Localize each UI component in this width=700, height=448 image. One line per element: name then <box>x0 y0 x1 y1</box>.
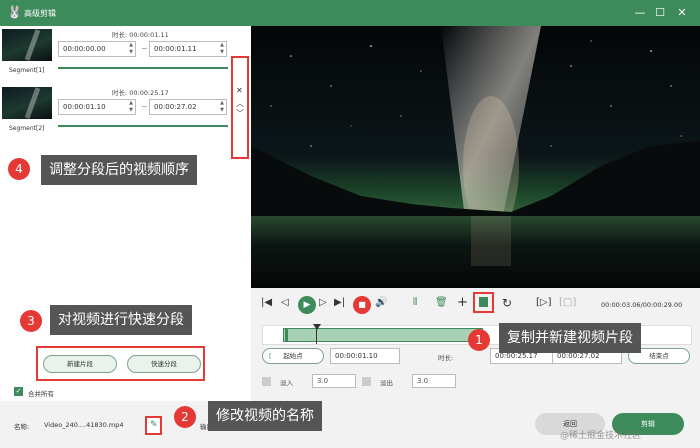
play-button[interactable]: ▶ <box>298 296 316 314</box>
maximize-icon[interactable]: ☐ <box>653 6 667 20</box>
timecode: 00:00:03.06/00:00:29.00 <box>601 301 683 309</box>
timeline-handle[interactable] <box>285 328 288 342</box>
duration-label: 时长: <box>438 354 454 362</box>
close-icon[interactable]: ✕ <box>675 6 689 20</box>
annotation-badge-3: 3 <box>20 310 42 332</box>
segment-duration: 时长: 00:00:25.17 <box>112 89 169 97</box>
video-preview[interactable] <box>251 26 700 288</box>
delete-icon[interactable]: 🗑 <box>435 297 448 308</box>
annotation-badge-4: 4 <box>8 158 30 180</box>
segment-duration: 时长: 00:00:01.11 <box>112 31 169 39</box>
prev-frame-icon[interactable]: ◁ <box>281 297 289 308</box>
segment-panel: Segment[1] 时长: 00:00:01.11 00:00:00.00 ▲ ▼… <box>0 26 251 401</box>
merge-all-label: 合并所有 <box>28 390 54 398</box>
annotation-reorder: 调整分段后的视频顺序 <box>41 155 197 185</box>
start-time-field[interactable]: 00:00:01.10 <box>330 348 400 364</box>
segment-label: Segment[1] <box>9 67 45 74</box>
annotation-copy: 复制并新建视频片段 <box>499 323 641 353</box>
segment-progress <box>58 67 228 69</box>
stop-button[interactable]: ■ <box>353 296 371 314</box>
stepper-icon[interactable]: ▲ ▼ <box>129 42 133 56</box>
copy-icon <box>479 297 488 307</box>
check-icon[interactable]: ✓ <box>14 387 23 396</box>
reset-icon[interactable]: ↻ <box>502 296 512 310</box>
playhead-line <box>316 328 317 344</box>
stepper-icon[interactable]: ▲ ▼ <box>129 100 133 114</box>
split-icon[interactable]: ⫴ <box>413 297 417 308</box>
split-controls: 新建片段 快速分段 <box>36 346 205 381</box>
start-point-button[interactable]: [起始点 <box>262 348 324 364</box>
watermark: @稀土掘金技术社区 <box>560 431 642 441</box>
fast-split-button[interactable]: 快速分段 <box>127 355 201 373</box>
annotation-split: 对视频进行快速分段 <box>50 305 192 335</box>
fade-out-checkbox[interactable] <box>362 377 371 386</box>
playhead-marker[interactable] <box>313 324 321 330</box>
segment-progress <box>58 125 228 127</box>
segment-end-field[interactable]: 00:00:01.11 ▲ ▼ <box>149 41 227 57</box>
annotation-badge-1: 1 <box>468 329 490 351</box>
segment-thumbnail <box>2 29 52 61</box>
reorder-controls: ✕ ︿ ﹀ <box>231 56 249 159</box>
move-down-icon[interactable]: ﹀ <box>236 108 244 119</box>
name-label: 名称: <box>14 423 30 431</box>
segment-thumbnail <box>2 87 52 119</box>
title-bar: 🐰 高级剪辑 — ☐ ✕ <box>0 0 700 26</box>
minimize-icon[interactable]: — <box>633 6 647 20</box>
stepper-icon[interactable]: ▲ ▼ <box>220 42 224 56</box>
app-logo-icon: 🐰 <box>7 5 22 19</box>
next-frame-icon[interactable]: ▷ <box>319 297 327 308</box>
new-segment-button[interactable]: 新建片段 <box>43 355 117 373</box>
fade-out-field[interactable]: 3.0 <box>412 374 456 388</box>
segment-label: Segment[2] <box>9 125 45 132</box>
stepper-icon[interactable]: ▲ ▼ <box>220 100 224 114</box>
segment-end-field[interactable]: 00:00:27.02 ▲ ▼ <box>149 99 227 115</box>
rename-button[interactable]: ✎ <box>145 416 162 435</box>
pencil-icon: ✎ <box>150 420 158 430</box>
copy-segment-button[interactable] <box>473 292 494 313</box>
window-title: 高级剪辑 <box>24 9 56 18</box>
segment-item[interactable]: Segment[2] 时长: 00:00:25.17 00:00:01.10 ▲ ▼… <box>0 84 230 142</box>
segment-item[interactable]: Segment[1] 时长: 00:00:01.11 00:00:00.00 ▲ ▼… <box>0 26 230 84</box>
skip-end-icon[interactable]: ▶| <box>334 297 345 308</box>
annotation-rename: 修改视频的名称 <box>208 401 322 431</box>
fade-in-field[interactable]: 3.0 <box>312 374 356 388</box>
advanced-edit-window: 🐰 高级剪辑 — ☐ ✕ Segment[1] 时长: 00:00:01.11 … <box>0 0 700 448</box>
remove-segment-icon[interactable]: ✕ <box>236 86 243 95</box>
filename-value: Video_240....41830.mp4 <box>44 421 124 429</box>
volume-icon[interactable]: 🔊 <box>375 297 387 308</box>
annotation-badge-2: 2 <box>174 406 196 428</box>
night-sky-image <box>251 26 700 288</box>
segment-start-field[interactable]: 00:00:00.00 ▲ ▼ <box>58 41 136 57</box>
mark-out-icon[interactable]: [□] <box>559 297 576 308</box>
skip-start-icon[interactable]: |◀ <box>261 297 272 308</box>
add-icon[interactable]: + <box>457 295 468 310</box>
timeline-selection[interactable] <box>283 328 483 342</box>
fade-in-label: 淡入 <box>280 379 293 387</box>
mark-in-icon[interactable]: [▷] <box>536 297 552 308</box>
fade-out-label: 淡出 <box>380 379 393 387</box>
segment-start-field[interactable]: 00:00:01.10 ▲ ▼ <box>58 99 136 115</box>
fade-in-checkbox[interactable] <box>262 377 271 386</box>
